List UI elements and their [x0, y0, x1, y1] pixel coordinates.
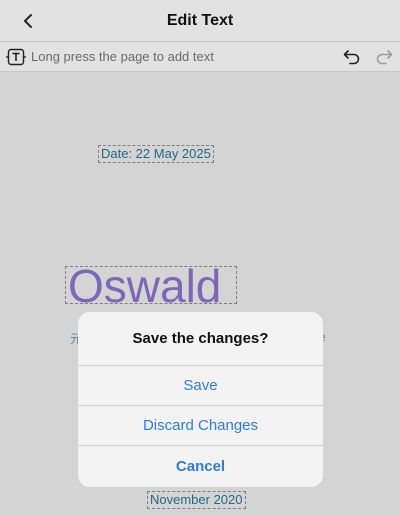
dialog-title: Save the changes?: [78, 312, 323, 366]
toolbar-hint: Long press the page to add text: [31, 49, 214, 64]
save-button[interactable]: Save: [78, 366, 323, 406]
save-changes-dialog: Save the changes? Save Discard Changes C…: [78, 312, 323, 487]
date-text-box[interactable]: Date: 22 May 2025: [98, 145, 214, 163]
cancel-button[interactable]: Cancel: [78, 446, 323, 487]
text-toolbar: Long press the page to add text: [0, 42, 400, 72]
undo-icon[interactable]: [342, 47, 362, 67]
name-text-box[interactable]: Oswald: [65, 263, 237, 309]
text-tool-icon[interactable]: [6, 48, 26, 66]
page-title: Edit Text: [166, 11, 234, 29]
chevron-left-icon[interactable]: [18, 11, 38, 31]
discard-changes-button[interactable]: Discard Changes: [78, 406, 323, 446]
redo-icon[interactable]: [374, 47, 394, 67]
navigation-bar: Edit Text: [0, 0, 400, 42]
bottom-text-box[interactable]: November 2020: [147, 491, 246, 509]
